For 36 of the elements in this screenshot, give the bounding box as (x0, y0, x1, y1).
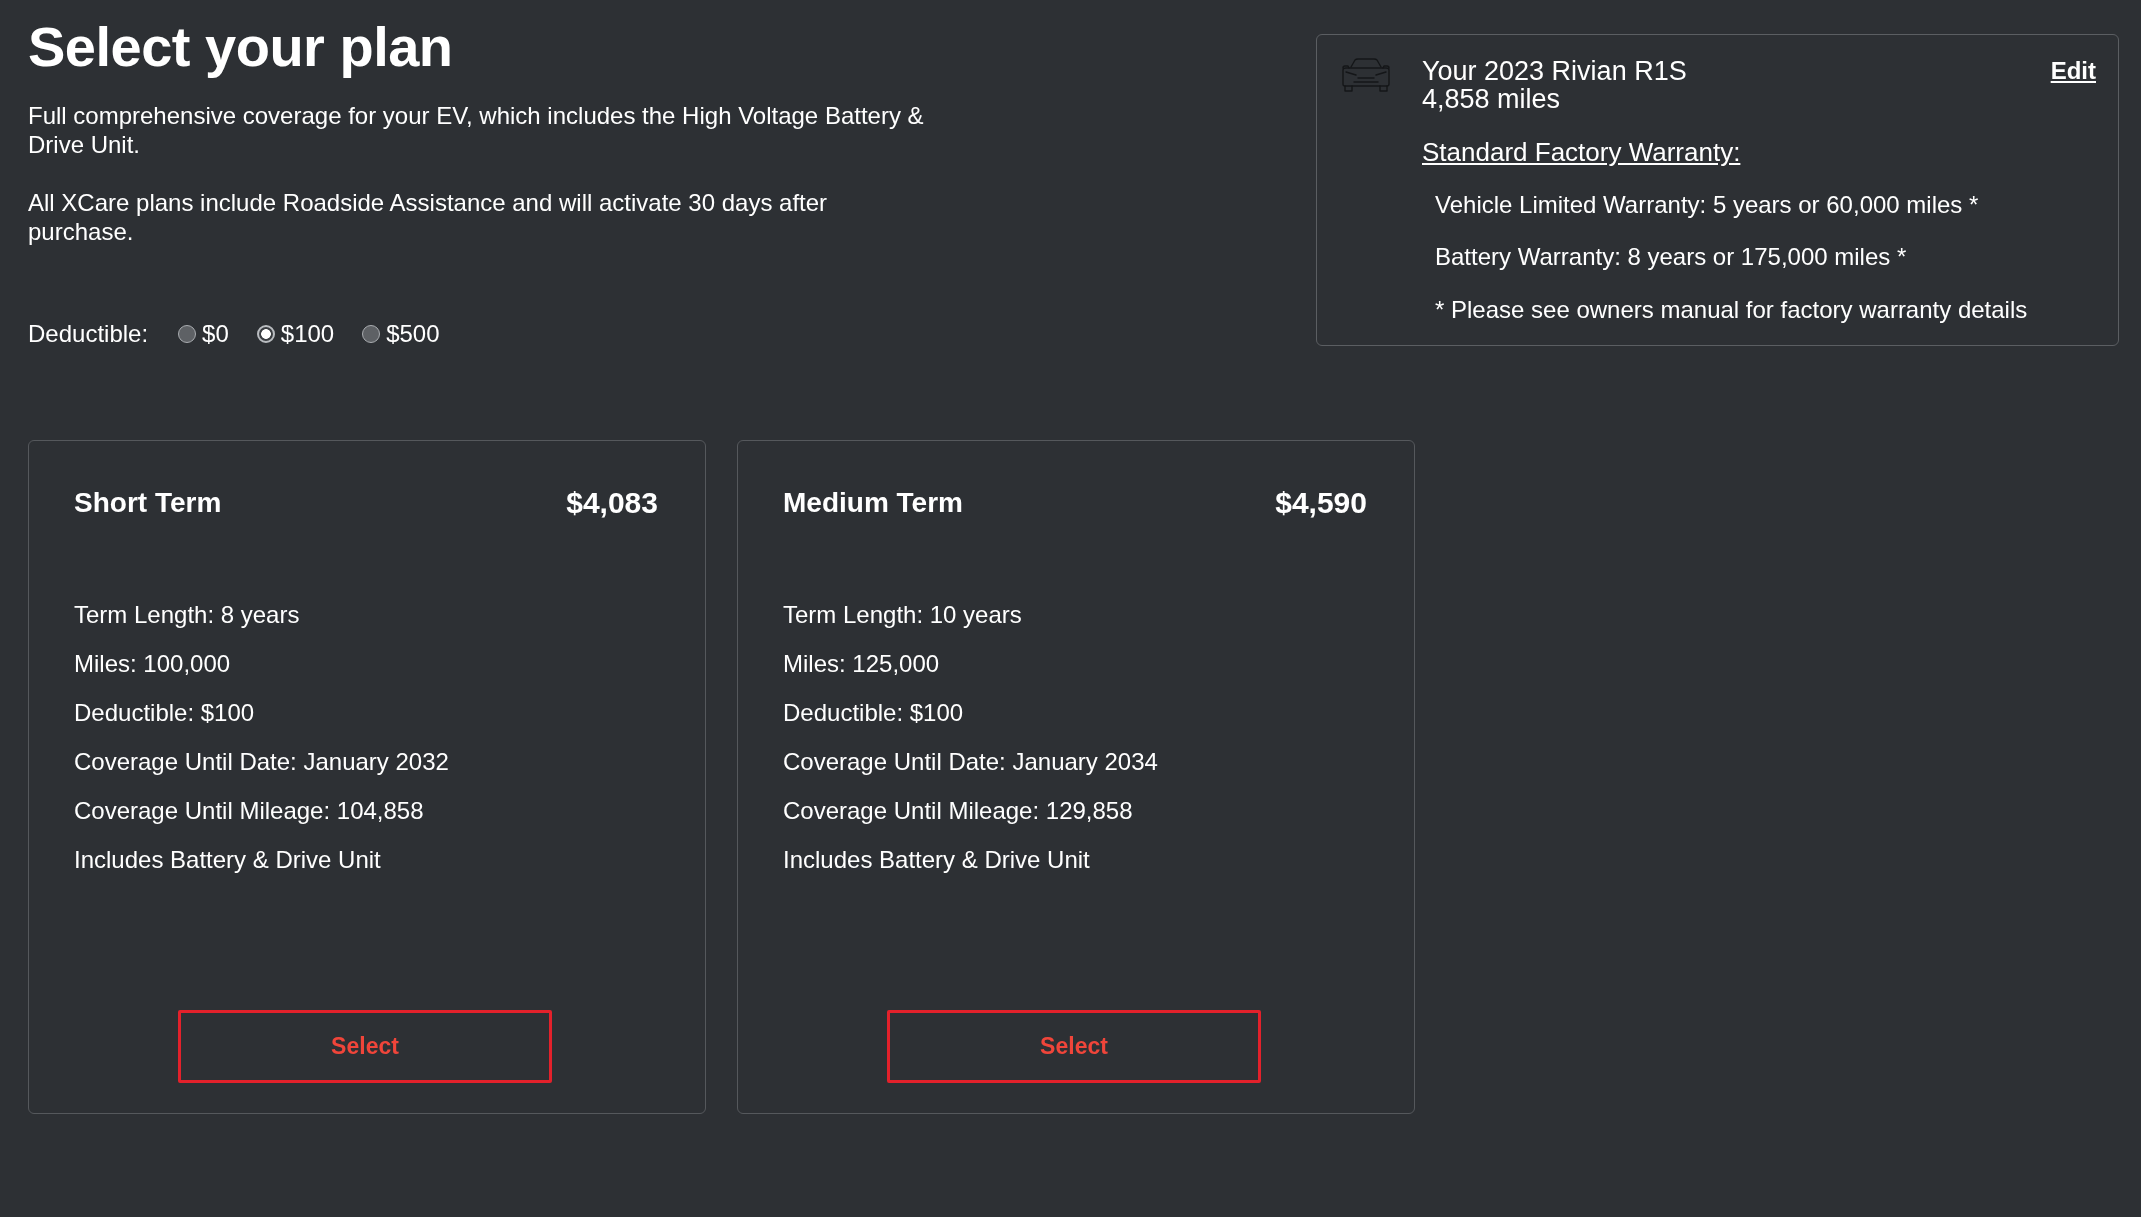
vehicle-mileage: 4,858 miles (1422, 85, 1562, 113)
plan-price: $4,590 (1275, 486, 1367, 520)
plan-detail: Miles: 100,000 (74, 649, 232, 679)
plan-name: Short Term (74, 486, 222, 520)
page-title: Select your plan (28, 16, 454, 78)
warranty-item: * Please see owners manual for factory warranty details (1434, 295, 2028, 324)
plan-detail: Coverage Until Mileage: 129,858 (783, 796, 1134, 826)
description-text: Full comprehensive coverage for your EV, which includes the High Voltage Battery & Drive Unit. (28, 101, 925, 159)
plan-detail: Term Length: 10 years (783, 600, 1023, 630)
plan-detail: Term Length: 8 years (74, 600, 301, 630)
edit-link[interactable]: Edit (2050, 57, 2096, 85)
plan-price: $4,083 (566, 486, 658, 520)
warranty-item: Battery Warranty: 8 years or 175,000 miles * (1434, 243, 1907, 271)
plan-detail: Coverage Until Date: January 2034 (783, 747, 1159, 777)
radio-label[interactable]: $500 (386, 320, 440, 348)
plan-detail: Miles: 125,000 (783, 649, 941, 679)
description-text: All XCare plans include Roadside Assistance and will activate 30 days after purchase. (28, 188, 829, 246)
plan-name: Medium Term (783, 486, 963, 520)
car-icon (1340, 58, 1392, 92)
plan-detail: Coverage Until Mileage: 104,858 (74, 796, 425, 826)
radio-label[interactable]: $0 (202, 320, 229, 348)
radio-button[interactable] (178, 325, 197, 343)
warranty-item: Vehicle Limited Warranty: 5 years or 60,000 miles * (1434, 190, 1979, 219)
deductible-label: Deductible: (28, 320, 149, 348)
select-button[interactable]: Select (887, 1010, 1261, 1083)
select-button[interactable]: Select (178, 1010, 552, 1083)
plan-detail: Coverage Until Date: January 2032 (74, 747, 450, 777)
vehicle-name: Your 2023 Rivian R1S (1422, 57, 1687, 85)
radio-button[interactable] (256, 325, 275, 343)
warranty-link[interactable]: Standard Factory Warranty: (1422, 138, 1741, 166)
plan-detail: Includes Battery & Drive Unit (783, 845, 1091, 875)
plan-detail: Includes Battery & Drive Unit (74, 845, 382, 875)
plan-detail: Deductible: $100 (783, 698, 965, 728)
plan-detail: Deductible: $100 (74, 698, 256, 728)
radio-button[interactable] (362, 325, 381, 343)
radio-label[interactable]: $100 (280, 320, 335, 348)
